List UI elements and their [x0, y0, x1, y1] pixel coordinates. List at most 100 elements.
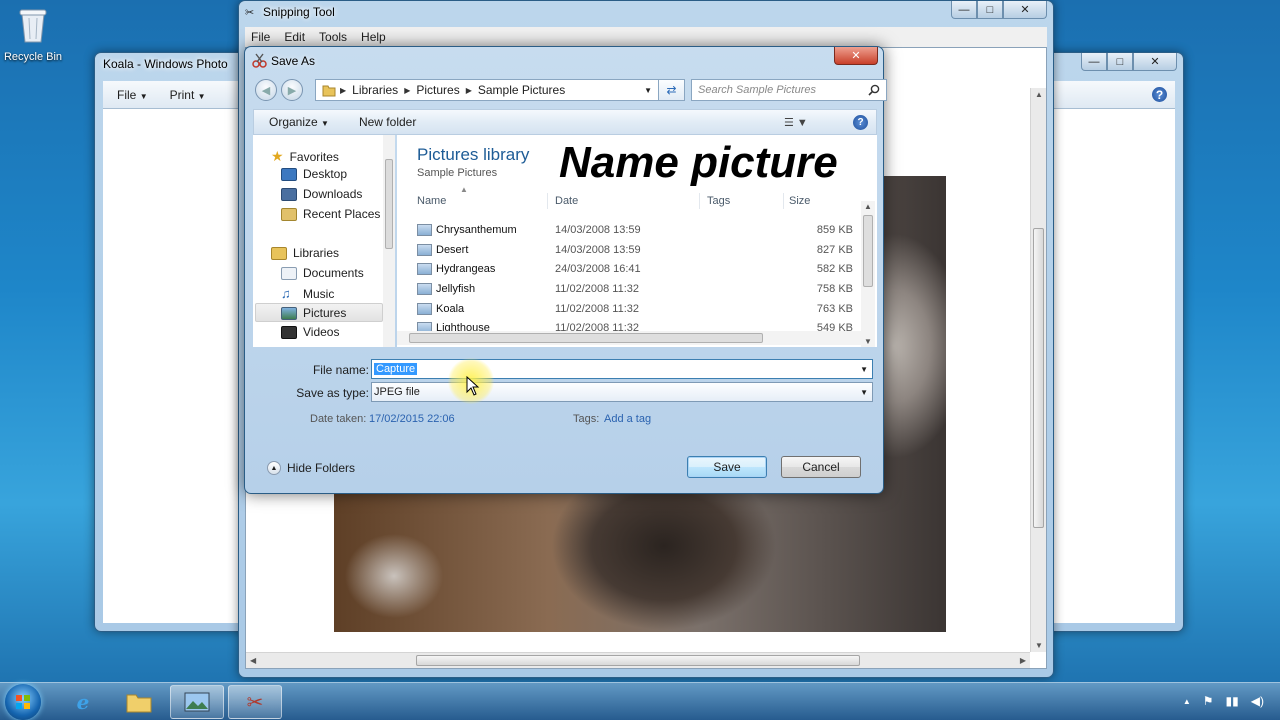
pictures-icon — [281, 306, 297, 320]
close-button[interactable]: ✕ — [1133, 53, 1177, 71]
file-row[interactable]: Jellyfish 11/02/2008 11:32 758 KB — [417, 280, 853, 299]
save-as-type-select[interactable]: JPEG file ▼ — [371, 382, 873, 402]
file-list-scroll-thumb[interactable] — [863, 215, 873, 287]
scroll-right-icon[interactable]: ▶ — [1020, 656, 1026, 665]
image-file-icon — [417, 283, 432, 295]
column-divider[interactable] — [699, 193, 700, 209]
search-input[interactable]: Search Sample Pictures — [691, 79, 887, 101]
search-icon — [868, 84, 880, 96]
photo-viewer-file-menu[interactable]: File ▼ — [117, 88, 148, 102]
file-list-horizontal-scrollbar[interactable] — [397, 331, 861, 345]
minimize-button[interactable]: — — [951, 1, 977, 19]
nav-favorites[interactable]: ★ Favorites — [271, 148, 339, 165]
photo-viewer-print-menu[interactable]: Print ▼ — [170, 88, 206, 102]
library-title: Pictures library — [417, 145, 530, 164]
nav-recent-places[interactable]: Recent Places — [281, 207, 380, 221]
file-row[interactable]: Lighthouse 11/02/2008 11:32 549 KB — [417, 319, 853, 331]
nav-desktop[interactable]: Desktop — [281, 167, 347, 181]
file-row[interactable]: Hydrangeas 24/03/2008 16:41 582 KB — [417, 260, 853, 279]
horizontal-scrollbar[interactable]: ◀ ▶ — [246, 652, 1030, 668]
nav-pictures[interactable]: Pictures — [281, 306, 346, 320]
close-button[interactable]: ✕ — [1003, 1, 1047, 19]
column-header-tags[interactable]: Tags — [707, 195, 730, 207]
help-icon[interactable]: ? — [1152, 87, 1167, 102]
scroll-left-icon[interactable]: ◀ — [250, 656, 256, 665]
scroll-up-icon[interactable]: ▲ — [864, 202, 872, 211]
desktop-icon-recycle-bin[interactable]: Recycle Bin — [2, 6, 64, 63]
save-as-type-label: Save as type: — [296, 386, 369, 400]
network-icon[interactable]: ▮▮ — [1226, 694, 1239, 708]
new-folder-button[interactable]: New folder — [344, 115, 431, 129]
nav-scrollbar[interactable] — [383, 135, 395, 347]
menu-edit[interactable]: Edit — [284, 30, 305, 44]
date-taken-value[interactable]: 17/02/2015 22:06 — [369, 413, 455, 425]
menu-help[interactable]: Help — [361, 30, 386, 44]
hide-folders-button[interactable]: ▲ Hide Folders — [267, 461, 355, 475]
breadcrumb-sample-pictures[interactable]: Sample Pictures — [478, 83, 565, 97]
organize-button[interactable]: Organize ▼ — [254, 115, 344, 129]
address-bar[interactable]: ▶ Libraries ▶ Pictures ▶ Sample Pictures… — [315, 79, 659, 101]
column-header-date[interactable]: Date — [555, 195, 578, 207]
file-size: 859 KB — [816, 224, 853, 236]
nav-downloads[interactable]: Downloads — [281, 187, 362, 201]
file-row[interactable]: Desert 14/03/2008 13:59 827 KB — [417, 241, 853, 260]
nav-scroll-thumb[interactable] — [385, 159, 393, 249]
scroll-down-icon[interactable]: ▼ — [1035, 641, 1043, 650]
snipping-tool-menubar: File Edit Tools Help — [245, 27, 1047, 47]
nav-libraries[interactable]: Libraries — [271, 246, 339, 260]
help-icon[interactable]: ? — [853, 115, 868, 130]
nav-music[interactable]: ♫ Music — [281, 286, 334, 301]
tags-input[interactable]: Add a tag — [604, 413, 651, 425]
column-divider[interactable] — [783, 193, 784, 209]
taskbar-internet-explorer[interactable]: e — [56, 685, 110, 719]
maximize-button[interactable]: □ — [977, 1, 1003, 19]
action-center-flag-icon[interactable]: ⚑ — [1203, 694, 1214, 708]
vertical-scrollbar[interactable]: ▲ ▼ — [1030, 88, 1046, 652]
breadcrumb-pictures[interactable]: Pictures — [416, 83, 459, 97]
scroll-down-icon[interactable]: ▼ — [864, 337, 872, 346]
file-row[interactable]: Chrysanthemum 14/03/2008 13:59 859 KB — [417, 221, 853, 240]
file-list-horizontal-thumb[interactable] — [409, 333, 763, 343]
minimize-button[interactable]: — — [1081, 53, 1107, 71]
command-bar: Organize ▼ New folder ☰ ▼ ? — [253, 109, 877, 135]
taskbar-snipping-tool[interactable]: ✂ — [228, 685, 282, 719]
back-button[interactable]: ◀ — [255, 79, 277, 101]
show-hidden-icons-icon[interactable]: ▲ — [1183, 697, 1191, 708]
cancel-button[interactable]: Cancel — [781, 456, 861, 478]
scroll-up-icon[interactable]: ▲ — [1035, 90, 1043, 99]
navigation-pane: ★ Favorites Desktop Downloads Recent Plac… — [253, 135, 395, 347]
volume-icon[interactable]: ◀) — [1251, 694, 1264, 708]
column-header-name[interactable]: Name — [417, 195, 446, 207]
tags-label: Tags: — [573, 413, 600, 425]
save-as-dialog[interactable]: Save As ✕ ◀ ▶ ▶ Libraries ▶ Pictures ▶ S… — [244, 46, 887, 494]
file-list-vertical-scrollbar[interactable]: ▲ ▼ — [861, 201, 875, 347]
file-name-input[interactable]: Capture ▼ — [371, 359, 873, 379]
vertical-scroll-thumb[interactable] — [1033, 228, 1044, 528]
column-divider[interactable] — [547, 193, 548, 209]
horizontal-scroll-thumb[interactable] — [416, 655, 860, 666]
start-button[interactable] — [5, 684, 41, 720]
forward-button[interactable]: ▶ — [281, 79, 303, 101]
maximize-button[interactable]: □ — [1107, 53, 1133, 71]
chevron-down-icon[interactable]: ▼ — [860, 388, 868, 397]
menu-tools[interactable]: Tools — [319, 30, 347, 44]
dialog-close-button[interactable]: ✕ — [834, 47, 878, 65]
refresh-button[interactable]: ⇄ — [659, 79, 685, 101]
chevron-down-icon[interactable]: ▼ — [644, 86, 652, 95]
file-row[interactable]: Koala 11/02/2008 11:32 763 KB — [417, 300, 853, 319]
save-button[interactable]: Save — [687, 456, 767, 478]
taskbar-explorer[interactable] — [112, 685, 166, 719]
view-options-icon[interactable]: ☰ ▼ — [784, 116, 808, 129]
nav-documents[interactable]: Documents — [281, 266, 364, 280]
nav-videos[interactable]: Videos — [281, 325, 339, 339]
dialog-title: Save As — [271, 54, 316, 68]
chevron-down-icon[interactable]: ▼ — [860, 365, 868, 374]
file-name: Jellyfish — [436, 283, 476, 295]
menu-file[interactable]: File — [251, 30, 270, 44]
chevron-down-icon: ▼ — [197, 91, 206, 101]
breadcrumb-libraries[interactable]: Libraries — [352, 83, 398, 97]
taskbar-photo-viewer[interactable] — [170, 685, 224, 719]
column-header-size[interactable]: Size — [789, 195, 810, 207]
file-date: 24/03/2008 16:41 — [555, 263, 641, 275]
image-file-icon — [417, 224, 432, 236]
